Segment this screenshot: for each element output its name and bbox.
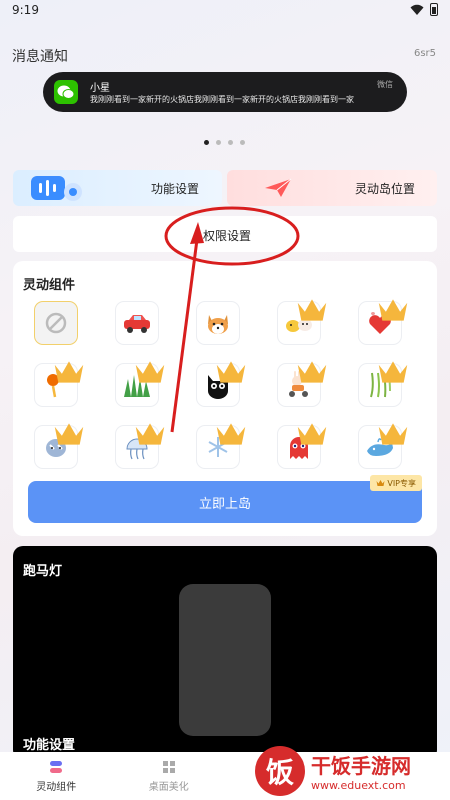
phone-preview	[179, 584, 271, 736]
widget-scooter-rabbit[interactable]	[278, 361, 327, 406]
vip-crown-icon	[297, 299, 327, 321]
notification-code: 6sr5	[413, 48, 436, 59]
board-island-button[interactable]: 立即上岛	[28, 481, 422, 523]
no-widget-icon	[45, 312, 67, 334]
vip-crown-icon	[54, 423, 84, 445]
island-position-label: 灵动岛位置	[355, 182, 416, 196]
watermark-logo: 饭	[255, 746, 305, 796]
status-time: 9:19	[12, 3, 39, 17]
vip-crown-icon	[216, 423, 246, 445]
voice-bubble-icon	[31, 176, 82, 201]
grid-icon	[162, 760, 175, 773]
vip-crown-icon	[216, 361, 246, 383]
widgets-tab-icon	[50, 760, 63, 773]
widget-panel-title: 灵动组件	[23, 278, 76, 293]
marquee-title: 跑马灯	[23, 564, 63, 579]
tab-label: 桌面美化	[148, 781, 189, 793]
page-indicator	[204, 140, 245, 145]
island-position-card[interactable]: 灵动岛位置	[227, 170, 437, 206]
vip-crown-icon	[135, 361, 165, 383]
vip-crown-icon	[378, 361, 408, 383]
widget-black-cat[interactable]	[197, 361, 246, 406]
permission-settings-card[interactable]: 权限设置	[13, 216, 437, 252]
notification-message: 我刚刚看到一家新开的火锅店我刚刚看到一家新开的火锅店我刚刚看到一家	[90, 95, 354, 104]
vip-crown-icon	[297, 361, 327, 383]
notification-section-title: 消息通知	[12, 49, 68, 65]
widget-corgi[interactable]	[197, 302, 239, 344]
vip-badge-label: VIP专享	[387, 478, 416, 488]
vip-crown-icon	[378, 423, 408, 445]
battery-icon	[430, 3, 438, 16]
notification-app-name: 微信	[377, 80, 393, 89]
crown-icon	[376, 480, 385, 486]
watermark-text: 干饭手游网 www.eduext.com	[311, 750, 411, 792]
page-dot	[228, 140, 233, 145]
widget-grass[interactable]	[116, 361, 165, 406]
page-dot	[204, 140, 209, 145]
tab-desktop-beautify[interactable]: 桌面美化	[113, 752, 226, 800]
widget-willow[interactable]	[359, 361, 408, 406]
page-dot	[216, 140, 221, 145]
vip-crown-icon	[54, 361, 84, 383]
widget-pac-ghost[interactable]	[278, 423, 327, 468]
car-icon	[124, 315, 150, 333]
watermark-url: www.eduext.com	[311, 779, 406, 792]
status-icons	[410, 3, 438, 16]
page-dot	[240, 140, 245, 145]
widget-whale[interactable]	[359, 423, 408, 468]
widget-hourglass[interactable]	[35, 361, 84, 406]
widget-none[interactable]	[35, 302, 77, 344]
corgi-icon	[208, 315, 228, 334]
status-bar: 9:19	[0, 0, 450, 22]
vip-crown-icon	[135, 423, 165, 445]
watermark: 饭 干饭手游网 www.eduext.com	[255, 742, 450, 800]
vip-badge: VIP专享	[370, 475, 422, 491]
vip-crown-icon	[378, 299, 408, 321]
notification-preview[interactable]: 小星 我刚刚看到一家新开的火锅店我刚刚看到一家新开的火锅店我刚刚看到一家 微信	[43, 72, 407, 112]
marquee-panel: 跑马灯 功能设置	[13, 546, 437, 760]
paper-plane-icon	[265, 178, 292, 197]
widget-sloth[interactable]	[35, 423, 84, 468]
tab-label: 灵动组件	[36, 781, 77, 793]
vip-crown-icon	[297, 423, 327, 445]
widget-snowflake[interactable]	[197, 423, 246, 468]
widget-car[interactable]	[116, 302, 158, 344]
wechat-icon	[54, 80, 78, 104]
permission-settings-label: 权限设置	[203, 229, 252, 243]
tab-dynamic-widgets[interactable]: 灵动组件	[0, 752, 113, 800]
widget-jellyfish[interactable]	[116, 423, 165, 468]
widget-chicks[interactable]	[278, 299, 327, 344]
function-settings-label: 功能设置	[151, 182, 200, 196]
watermark-name: 干饭手游网	[311, 754, 411, 778]
function-settings-card[interactable]: 功能设置	[13, 170, 222, 206]
wifi-icon	[410, 4, 424, 15]
notification-sender: 小星	[90, 83, 110, 94]
widget-panel: 灵动组件 立即上岛 VIP专享	[13, 261, 437, 536]
marquee-function-settings-title: 功能设置	[23, 738, 76, 753]
widget-hearts[interactable]	[359, 299, 408, 344]
